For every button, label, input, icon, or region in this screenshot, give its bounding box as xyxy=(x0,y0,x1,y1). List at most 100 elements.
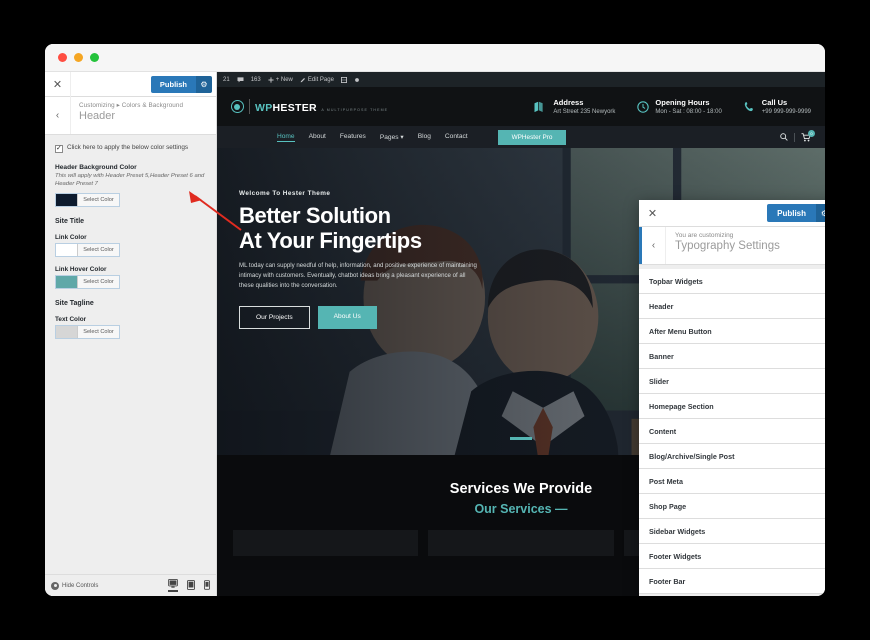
clock-icon xyxy=(637,100,650,113)
logo-tagline: A MULTIPURPOSE THEME xyxy=(321,107,389,112)
text-color-label: Text Color xyxy=(55,315,87,323)
typography-title-block: You are customizing Typography Settings xyxy=(666,227,789,264)
section-item-sidebar-widgets[interactable]: Sidebar Widgets › xyxy=(639,519,825,544)
section-item-content[interactable]: Content › xyxy=(639,419,825,444)
service-card[interactable] xyxy=(233,530,419,556)
wp-comment-count[interactable]: 163 xyxy=(251,77,261,83)
nav-item-blog[interactable]: Blog xyxy=(418,133,431,141)
gear-icon[interactable]: ⚙ xyxy=(816,204,825,222)
page-title: Header xyxy=(79,110,116,122)
section-item-post-meta[interactable]: Post Meta › xyxy=(639,469,825,494)
customizer-header: ‹ Customizing ▸ Colors & Background Head… xyxy=(45,97,216,135)
cart-icon[interactable]: 0 xyxy=(801,129,815,142)
hero-description: ML today can supply needful of help, inf… xyxy=(239,262,477,290)
section-item-shop-page[interactable]: Shop Page › xyxy=(639,494,825,519)
customizer-topbar: ✕ Publish ⚙ xyxy=(45,71,216,97)
section-item-blog-archive-single-post[interactable]: Blog/Archive/Single Post › xyxy=(639,444,825,469)
tablet-icon[interactable] xyxy=(187,579,195,592)
section-label: After Menu Button xyxy=(649,326,712,336)
search-icon[interactable] xyxy=(780,133,788,141)
logo-text-block: WPHESTER A MULTIPURPOSE THEME xyxy=(255,99,388,115)
window-titlebar xyxy=(45,44,825,72)
window-close-button[interactable] xyxy=(58,53,67,62)
nav-links: Home About Features Pages ▾ Blog Contact… xyxy=(277,129,567,145)
logo-name-accent: WP xyxy=(255,101,273,114)
publish-button[interactable]: Publish xyxy=(767,204,816,222)
nav-item-home[interactable]: Home xyxy=(277,133,295,142)
select-color-label: Select Color xyxy=(78,243,119,256)
logo-name: WPHESTER xyxy=(255,102,317,114)
status-dot-icon[interactable] xyxy=(354,77,360,83)
publish-group: Publish ⚙ xyxy=(767,204,825,222)
color-swatch xyxy=(56,243,78,256)
window-maximize-button[interactable] xyxy=(90,53,99,62)
about-us-button[interactable]: About Us xyxy=(317,306,377,330)
info-text-block: Address Art Street 235 Newyork xyxy=(553,98,615,115)
nav-item-about[interactable]: About xyxy=(309,133,326,141)
site-tagline-section-heading: Site Tagline xyxy=(55,299,94,307)
map-icon xyxy=(534,101,547,113)
header-info-hours: Opening Hours Mon - Sat : 08:00 - 18:00 xyxy=(637,98,722,115)
window-minimize-button[interactable] xyxy=(74,53,83,62)
nav-item-contact[interactable]: Contact xyxy=(445,133,468,141)
close-icon[interactable]: ✕ xyxy=(639,200,666,227)
slider-indicator[interactable] xyxy=(510,437,532,440)
typography-topbar: ✕ Publish ⚙ xyxy=(639,200,825,227)
select-color-label: Select Color xyxy=(78,325,119,338)
info-text-block: Opening Hours Mon - Sat : 08:00 - 18:00 xyxy=(655,98,721,115)
color-swatch xyxy=(56,275,78,288)
section-label: Shop Page xyxy=(649,501,687,511)
logo-divider xyxy=(249,99,250,114)
new-content-button[interactable]: + New xyxy=(268,77,293,83)
link-color-picker[interactable]: Select Color xyxy=(55,242,120,257)
comment-icon[interactable] xyxy=(237,76,244,83)
header-info-group: Address Art Street 235 Newyork Opening H… xyxy=(534,98,811,115)
edit-page-button[interactable]: Edit Page xyxy=(300,77,334,83)
hide-controls-button[interactable]: Hide Controls xyxy=(51,581,99,590)
customizer-controls: Click here to apply the below color sett… xyxy=(45,135,216,574)
wp-update-count[interactable]: 21 xyxy=(223,77,230,83)
grid-icon[interactable] xyxy=(340,76,347,83)
nav-actions: 0 xyxy=(780,129,815,142)
back-chevron-icon[interactable]: ‹ xyxy=(639,227,666,264)
header-bg-color-description: This will apply with Header Preset 5,Hea… xyxy=(55,173,205,187)
nav-divider xyxy=(794,132,795,142)
our-projects-button[interactable]: Our Projects xyxy=(239,306,310,330)
wphester-pro-button[interactable]: WPHester Pro xyxy=(497,129,567,145)
select-color-label: Select Color xyxy=(78,193,119,206)
section-item-after-menu-button[interactable]: After Menu Button › xyxy=(639,319,825,344)
section-label: Topbar Widgets xyxy=(649,276,703,286)
mobile-icon[interactable] xyxy=(204,579,210,592)
info-text-block: Call Us +99 999-999-9999 xyxy=(762,98,811,115)
section-item-homepage-section[interactable]: Homepage Section › xyxy=(639,394,825,419)
section-item-banner[interactable]: Banner › xyxy=(639,344,825,369)
section-item-footer-widgets[interactable]: Footer Widgets › xyxy=(639,544,825,569)
nav-item-pages[interactable]: Pages ▾ xyxy=(380,133,404,142)
hero-title-line-2: At Your Fingertips xyxy=(239,227,422,253)
apply-colors-checkbox[interactable] xyxy=(55,144,63,153)
section-item-slider[interactable]: Slider › xyxy=(639,369,825,394)
site-logo[interactable]: WPHESTER A MULTIPURPOSE THEME xyxy=(231,99,388,115)
link-hover-color-picker[interactable]: Select Color xyxy=(55,274,120,289)
panel-title: Typography Settings xyxy=(675,240,780,252)
section-item-header[interactable]: Header › xyxy=(639,294,825,319)
desktop-icon[interactable] xyxy=(168,579,178,592)
gear-icon[interactable]: ⚙ xyxy=(196,75,212,93)
header-info-phone: Call Us +99 999-999-9999 xyxy=(744,98,811,115)
section-label: Post Meta xyxy=(649,476,683,486)
typography-settings-panel: ✕ Publish ⚙ ‹ You are customizing Typogr… xyxy=(639,200,825,596)
section-item-topbar-widgets[interactable]: Topbar Widgets › xyxy=(639,269,825,294)
text-color-picker[interactable]: Select Color xyxy=(55,324,120,339)
section-label: Blog/Archive/Single Post xyxy=(649,451,735,461)
back-chevron-icon[interactable]: ‹ xyxy=(45,97,71,134)
breadcrumb: Customizing ▸ Colors & Background xyxy=(79,102,184,109)
service-card[interactable] xyxy=(428,530,614,556)
header-bg-color-picker[interactable]: Select Color xyxy=(55,192,120,207)
apply-colors-checkbox-row[interactable]: Click here to apply the below color sett… xyxy=(55,144,206,153)
nav-item-features[interactable]: Features xyxy=(340,133,366,141)
close-icon[interactable]: ✕ xyxy=(45,71,71,97)
section-item-footer-bar[interactable]: Footer Bar › xyxy=(639,569,825,594)
hide-controls-label: Hide Controls xyxy=(62,582,99,589)
publish-button[interactable]: Publish xyxy=(150,75,196,93)
section-label: Footer Bar xyxy=(649,576,686,586)
